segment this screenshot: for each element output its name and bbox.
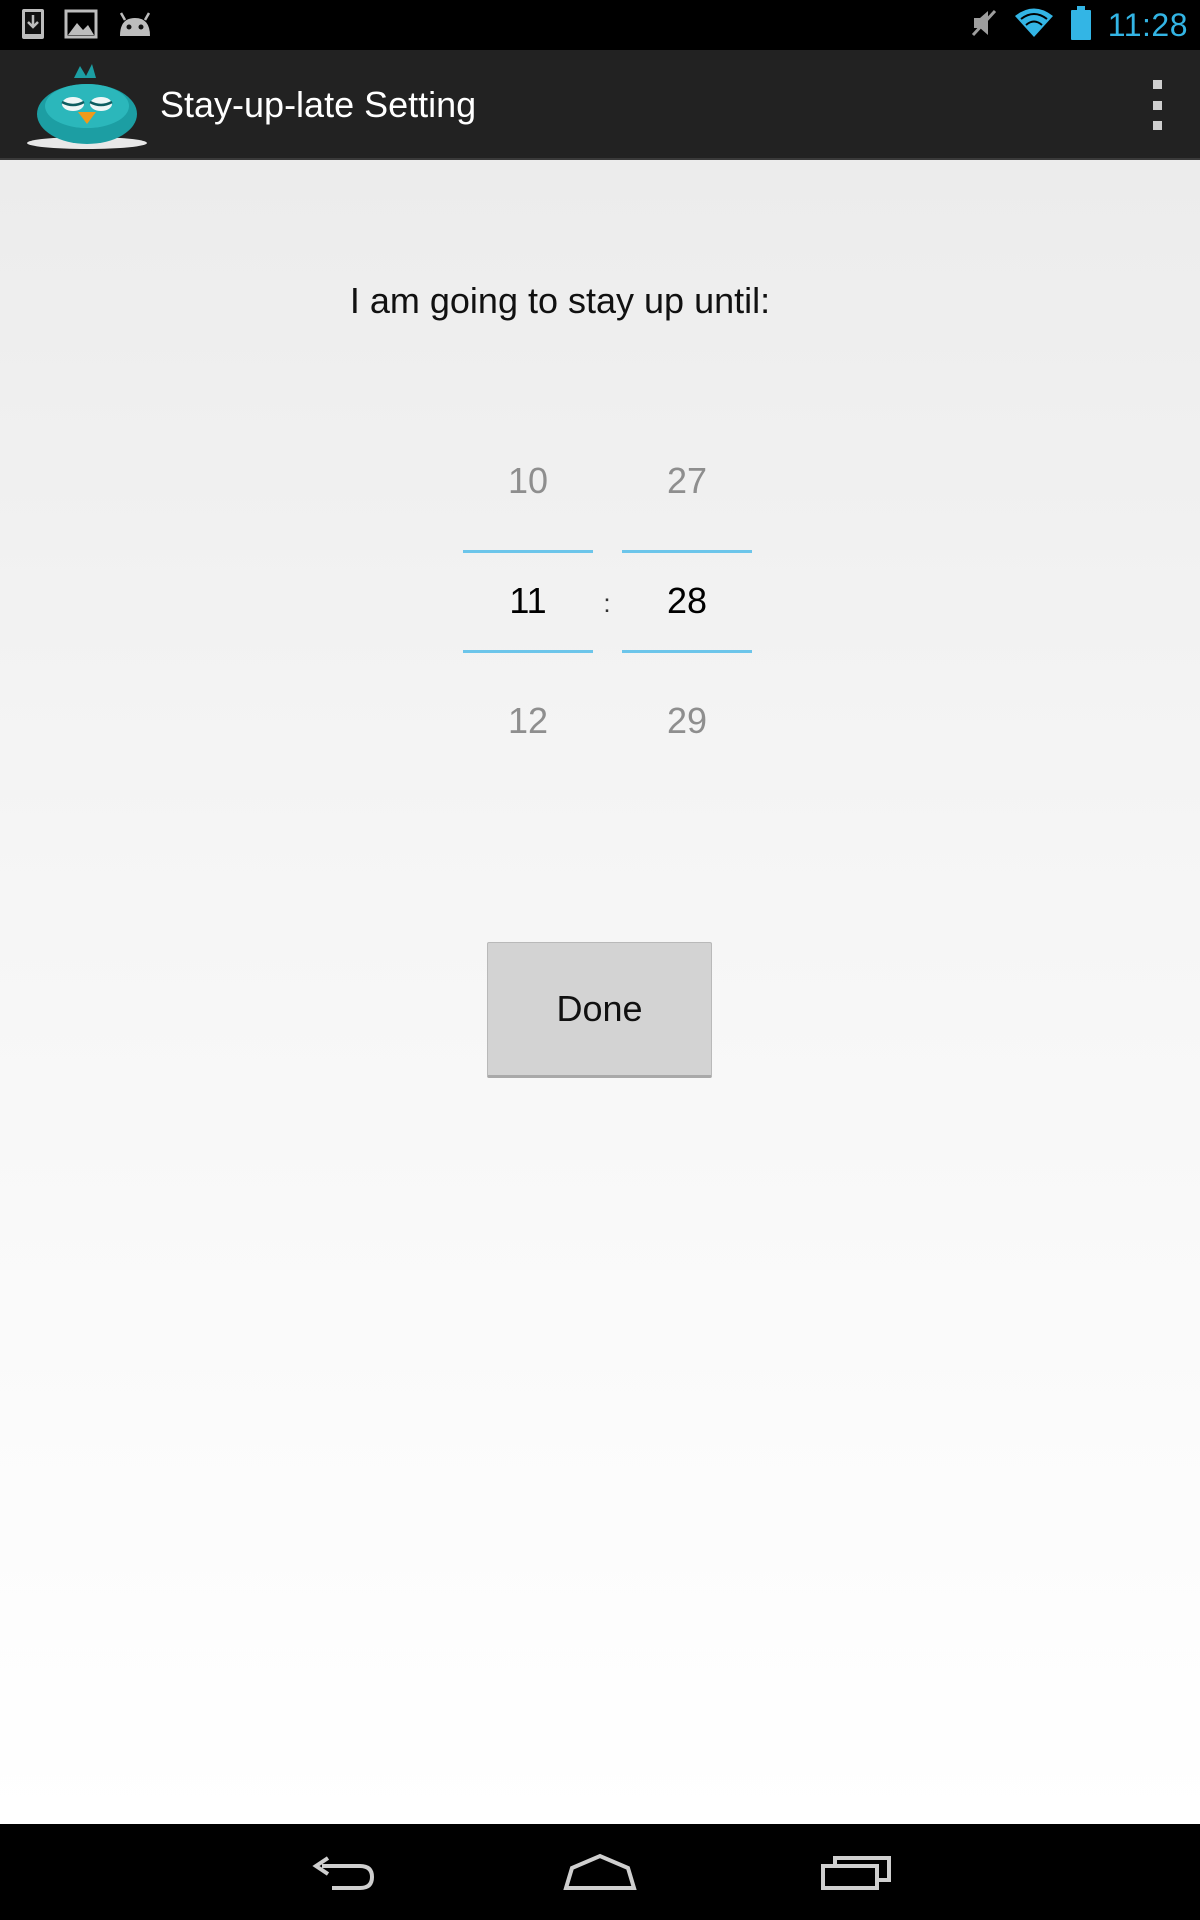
minute-prev-value[interactable]: 27 <box>622 460 752 502</box>
system-icons: 11:28 <box>970 5 1188 45</box>
hour-next-value[interactable]: 12 <box>463 700 593 742</box>
battery-icon <box>1070 5 1092 45</box>
done-button[interactable]: Done <box>487 942 712 1078</box>
action-bar: Stay-up-late Setting <box>0 50 1200 160</box>
minute-bottom-divider <box>622 650 752 653</box>
main-content: I am going to stay up until: 10 11 12 : … <box>0 160 1200 1824</box>
prompt-text: I am going to stay up until: <box>349 280 771 321</box>
minute-next-value[interactable]: 29 <box>622 700 752 742</box>
hour-bottom-divider <box>463 650 593 653</box>
mute-icon <box>970 8 998 43</box>
image-icon <box>64 9 98 44</box>
minute-top-divider <box>622 550 752 553</box>
sleepy-bird-icon[interactable] <box>24 60 154 150</box>
hour-current-value[interactable]: 11 <box>463 580 593 622</box>
hour-top-divider <box>463 550 593 553</box>
download-icon <box>20 7 46 46</box>
app-title: Stay-up-late Setting <box>160 84 477 125</box>
screen: 11:28 Stay-up-late Setting I am going to… <box>0 0 1200 1920</box>
home-icon[interactable] <box>555 1842 645 1902</box>
status-bar: 11:28 <box>0 0 1200 50</box>
back-icon[interactable] <box>298 1842 388 1902</box>
recent-apps-icon[interactable] <box>812 1842 902 1902</box>
status-time: 11:28 <box>1107 6 1188 43</box>
hour-prev-value[interactable]: 10 <box>463 460 593 502</box>
notification-icons <box>20 8 154 44</box>
wifi-icon <box>1014 7 1054 44</box>
minute-current-value[interactable]: 28 <box>622 580 752 622</box>
android-icon <box>116 10 154 43</box>
overflow-menu-icon[interactable] <box>1140 80 1174 130</box>
time-separator: : <box>603 588 611 618</box>
navigation-bar <box>0 1824 1200 1920</box>
